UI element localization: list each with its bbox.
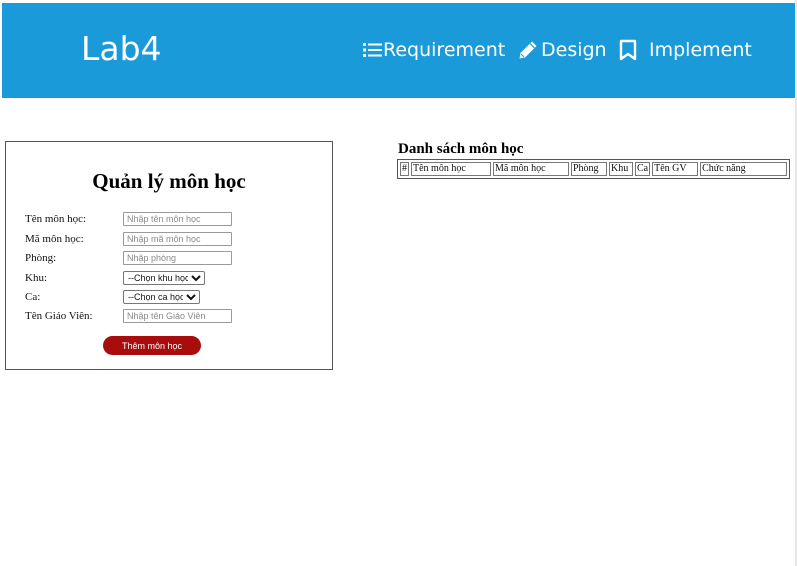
area-label: Khu: [25, 272, 47, 284]
teacher-label: Tên Giáo Viên: [25, 310, 93, 322]
field-shift: Ca: --Chọn ca học-- [25, 290, 325, 306]
nav-design-label: Design [541, 39, 607, 61]
list-icon [363, 42, 383, 58]
column-header-shift: Ca [635, 162, 651, 176]
field-course-name: Tên môn học: [25, 212, 325, 228]
room-input[interactable] [123, 251, 232, 265]
column-header-teacher: Tên GV [652, 162, 699, 176]
nav-requirement-label: Requirement [383, 39, 506, 61]
field-course-code: Mã môn học: [25, 232, 325, 248]
course-table: # Tên môn học Mã môn học Phòng Khu Ca Tê… [397, 159, 790, 179]
teacher-input[interactable] [123, 309, 232, 323]
course-name-label: Tên môn học: [25, 213, 87, 225]
area-select[interactable]: --Chọn khu học-- [123, 271, 205, 285]
column-header-actions: Chức năng [700, 162, 787, 176]
list-title: Danh sách môn học [398, 141, 524, 157]
nav-implement-label: Implement [649, 39, 752, 61]
table-header-row: # Tên môn học Mã môn học Phòng Khu Ca Tê… [400, 162, 787, 176]
bookmark-icon [619, 39, 637, 61]
nav-design[interactable]: Design [518, 36, 607, 64]
column-header-index: # [400, 162, 409, 176]
header-bar: Lab4 Requirement Design Implement [2, 3, 795, 98]
column-header-course-name: Tên môn học [411, 162, 491, 176]
form-title: Quản lý môn học [92, 169, 246, 193]
pencil-icon [518, 40, 538, 60]
course-code-input[interactable] [123, 232, 232, 246]
course-name-input[interactable] [123, 212, 232, 226]
column-header-course-code: Mã môn học [493, 162, 569, 176]
room-label: Phòng: [25, 252, 57, 264]
field-room: Phòng: [25, 251, 325, 267]
shift-label: Ca: [25, 291, 41, 303]
field-area: Khu: --Chọn khu học-- [25, 271, 325, 287]
logo[interactable]: Lab4 [81, 29, 162, 69]
column-header-room: Phòng [571, 162, 607, 176]
nav-requirement[interactable]: Requirement [363, 36, 505, 64]
shift-select[interactable]: --Chọn ca học-- [123, 290, 200, 304]
add-course-button[interactable]: Thêm môn học [103, 336, 201, 355]
course-code-label: Mã môn học: [25, 233, 84, 245]
nav-implement[interactable]: Implement [619, 36, 752, 64]
course-form: Quản lý môn học Tên môn học: Mã môn học:… [5, 141, 333, 370]
field-teacher: Tên Giáo Viên: [25, 309, 325, 325]
column-header-area: Khu [609, 162, 633, 176]
